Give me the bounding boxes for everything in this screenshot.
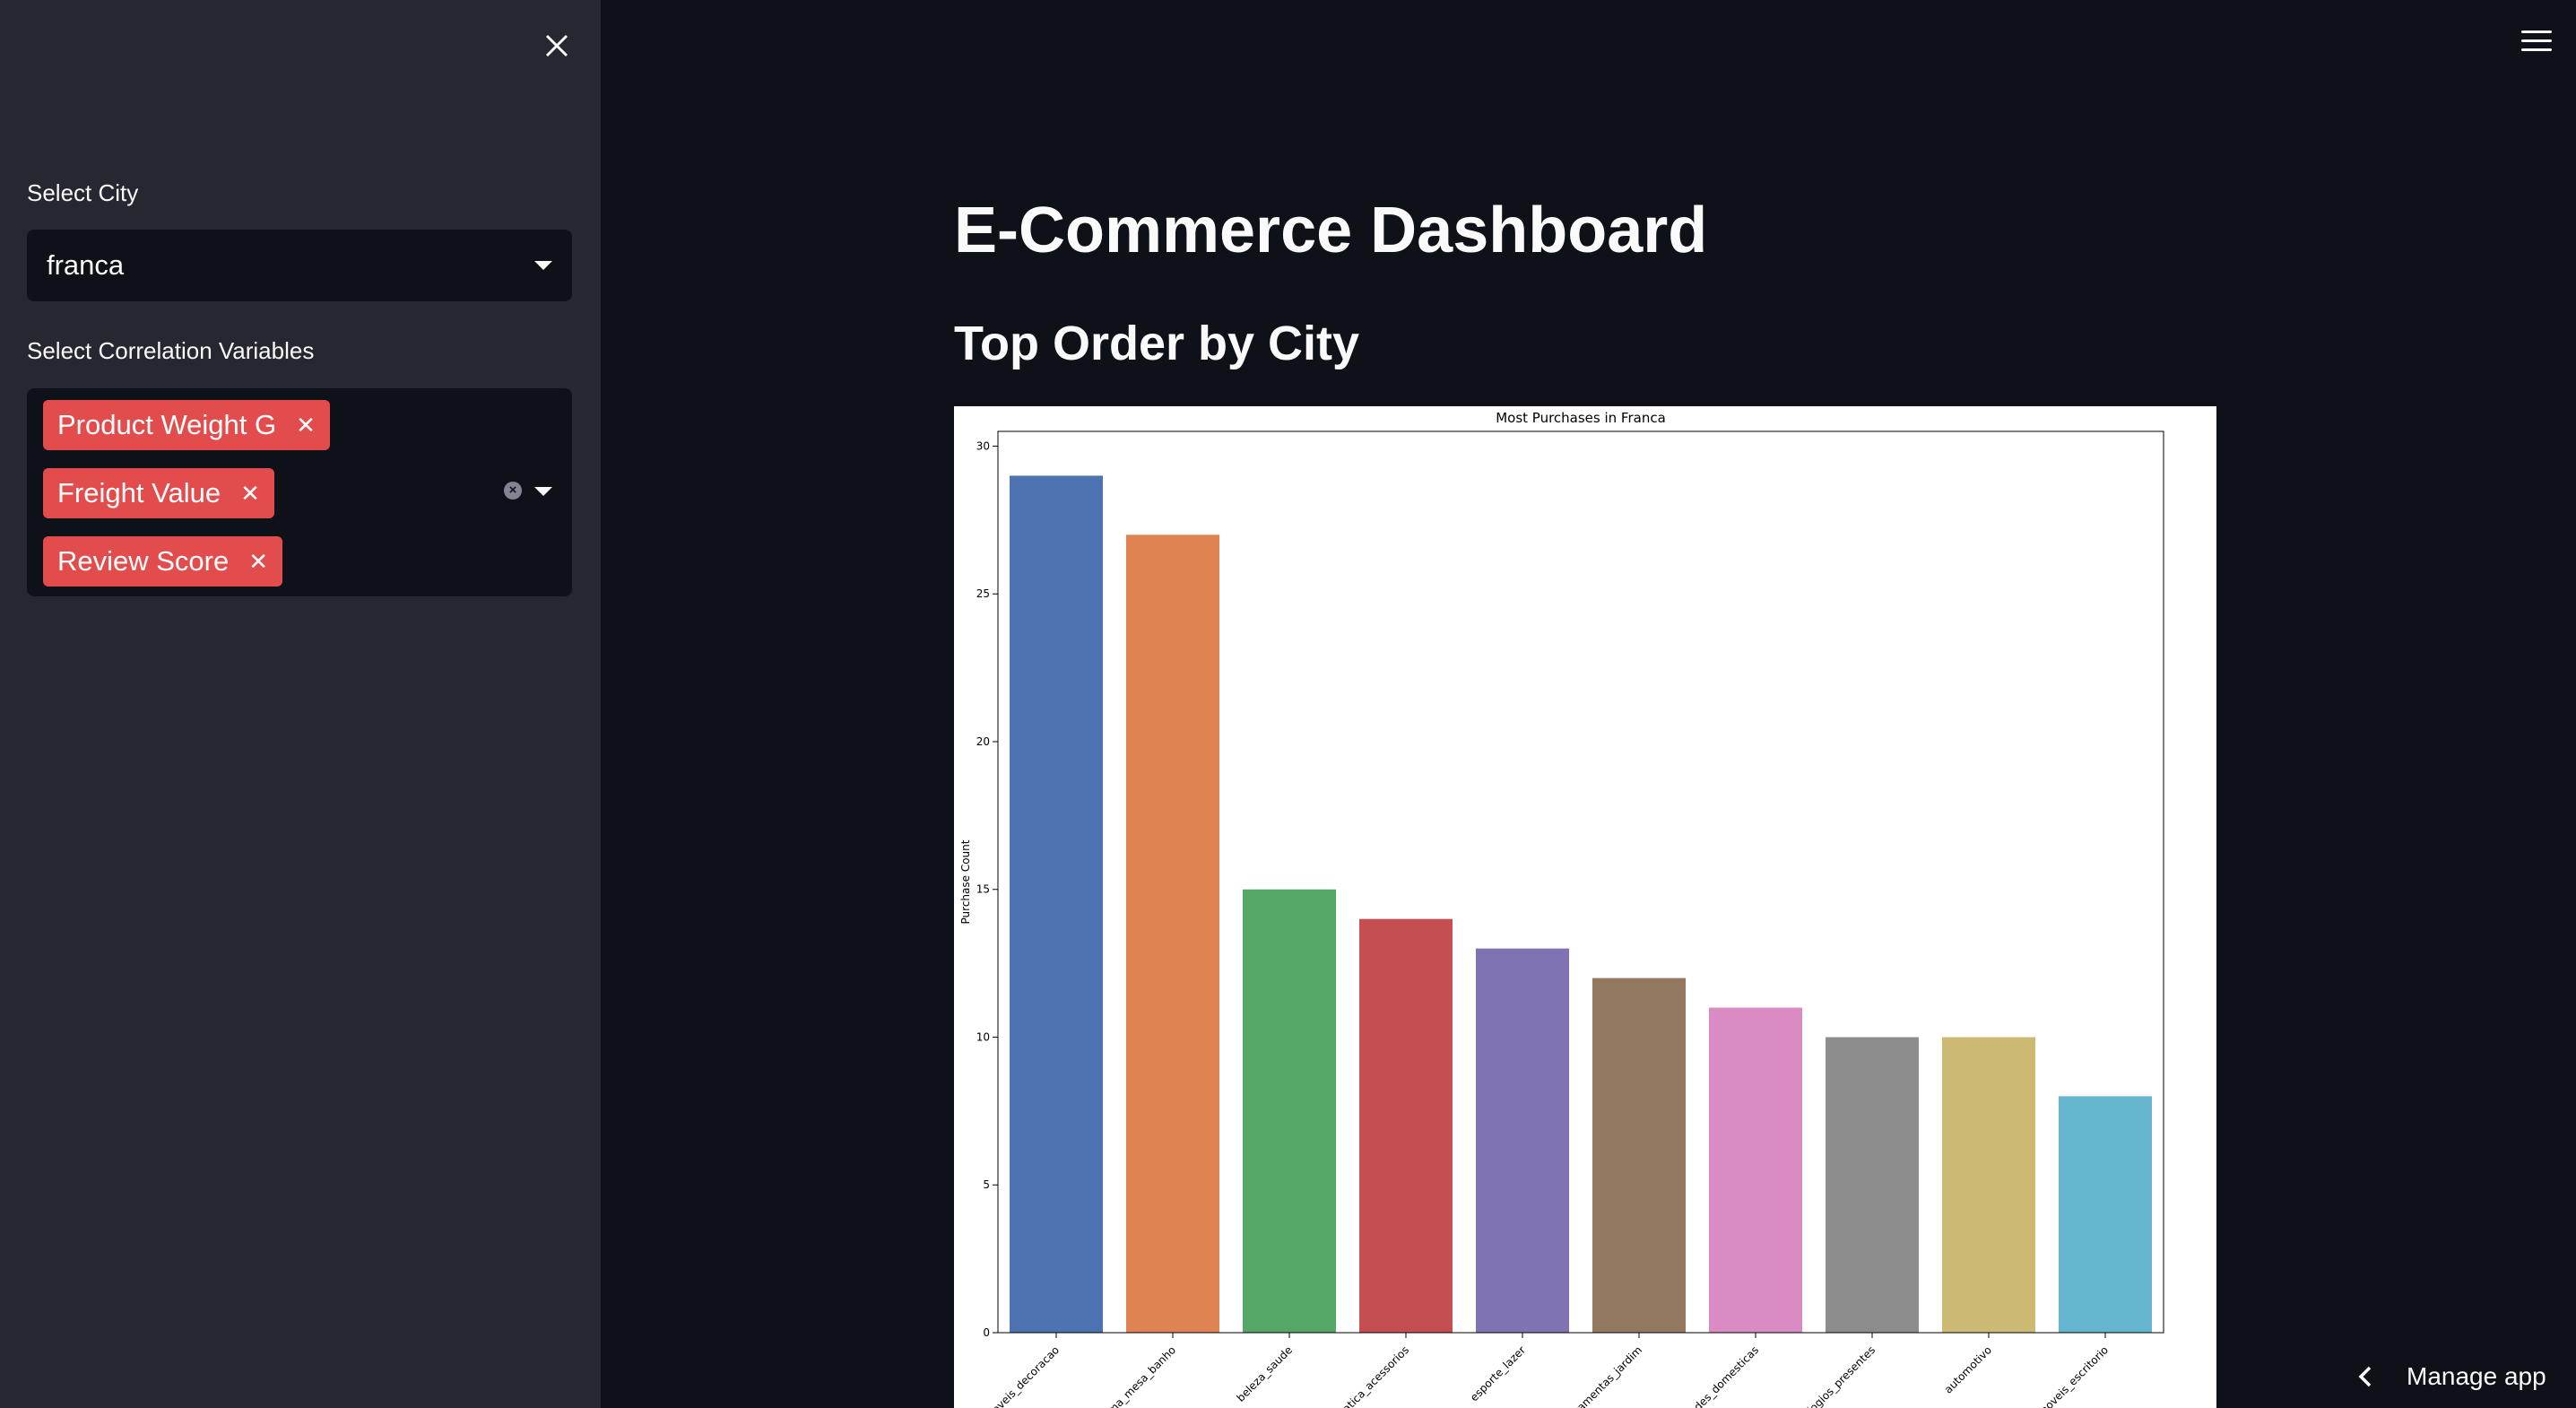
- y-axis-label: Purchase Count: [959, 839, 972, 924]
- bar: [1942, 1037, 2035, 1333]
- remove-tag-icon[interactable]: ✕: [240, 480, 260, 508]
- tag-label: Review Score: [57, 545, 230, 577]
- tag-product-weight: Product Weight G ✕: [43, 400, 330, 450]
- bar-chart-svg: Most Purchases in Franca 0 5 10 15 20 25 30 Purc…: [959, 410, 2164, 1408]
- x-tick-label: automotivo: [1942, 1343, 1994, 1395]
- city-select[interactable]: franca: [27, 230, 572, 301]
- clear-all-icon[interactable]: ×: [504, 482, 522, 500]
- x-tick-label: informatica_acessorios: [1315, 1343, 1411, 1408]
- x-tick-label: utilidades_domesticas: [1668, 1343, 1761, 1408]
- chevron-left-icon: [2358, 1366, 2372, 1387]
- page-title: E-Commerce Dashboard: [954, 195, 1708, 266]
- city-select-label: Select City: [27, 179, 139, 206]
- city-select-value: franca: [47, 249, 125, 281]
- tag-freight-value: Freight Value ✕: [43, 468, 274, 518]
- remove-tag-icon[interactable]: ✕: [296, 412, 316, 439]
- bar: [1592, 978, 1686, 1333]
- close-sidebar-button[interactable]: [536, 25, 577, 66]
- manage-app-label: Manage app: [2407, 1362, 2546, 1390]
- bar: [1826, 1037, 1919, 1333]
- y-tick-label: 20: [976, 735, 990, 748]
- main-menu-button[interactable]: [2521, 30, 2552, 54]
- x-tick-label: cama_mesa_banho: [1097, 1343, 1178, 1408]
- y-tick-label: 15: [976, 883, 990, 896]
- chevron-down-icon: [534, 261, 552, 270]
- x-tick-label: moveis_escritorio: [2035, 1343, 2111, 1408]
- bar: [1476, 948, 1569, 1333]
- y-tick-label: 30: [976, 439, 990, 452]
- chevron-down-icon[interactable]: [534, 487, 552, 496]
- x-tick-label: esporte_lazer: [1468, 1343, 1528, 1404]
- tag-label: Product Weight G: [57, 409, 277, 440]
- bar: [1359, 918, 1453, 1333]
- chart-title: Most Purchases in Franca: [1496, 410, 1666, 426]
- correlation-select-label: Select Correlation Variables: [27, 337, 315, 364]
- y-tick-label: 0: [983, 1326, 990, 1339]
- x-tick-label: beleza_saude: [1235, 1343, 1296, 1404]
- tag-review-score: Review Score ✕: [43, 536, 283, 587]
- tag-label: Freight Value: [57, 477, 221, 508]
- section-title: Top Order by City: [954, 317, 1360, 370]
- x-tick-label: relogios_presentes: [1798, 1343, 1878, 1408]
- bar: [1126, 535, 1219, 1333]
- y-tick-label: 5: [983, 1178, 990, 1191]
- x-tick-label: ferramentas_jardim: [1561, 1343, 1644, 1408]
- x-tick-label: moveis_decoracao: [982, 1343, 1062, 1408]
- y-tick-label: 25: [976, 587, 990, 600]
- sidebar: Select City franca Select Correlation Va…: [0, 0, 601, 1408]
- bar: [1709, 1007, 1802, 1333]
- manage-app-button[interactable]: Manage app: [2358, 1354, 2546, 1399]
- close-icon: [545, 34, 568, 57]
- remove-tag-icon[interactable]: ✕: [248, 548, 268, 576]
- y-tick-label: 10: [976, 1030, 990, 1043]
- bar: [1010, 475, 1103, 1333]
- bar: [1243, 889, 1336, 1333]
- bar-chart: Most Purchases in Franca 0 5 10 15 20 25 30 Purc…: [954, 406, 2216, 1408]
- correlation-multiselect[interactable]: Product Weight G ✕ Freight Value ✕ Revie…: [27, 388, 572, 596]
- bar: [2059, 1096, 2152, 1333]
